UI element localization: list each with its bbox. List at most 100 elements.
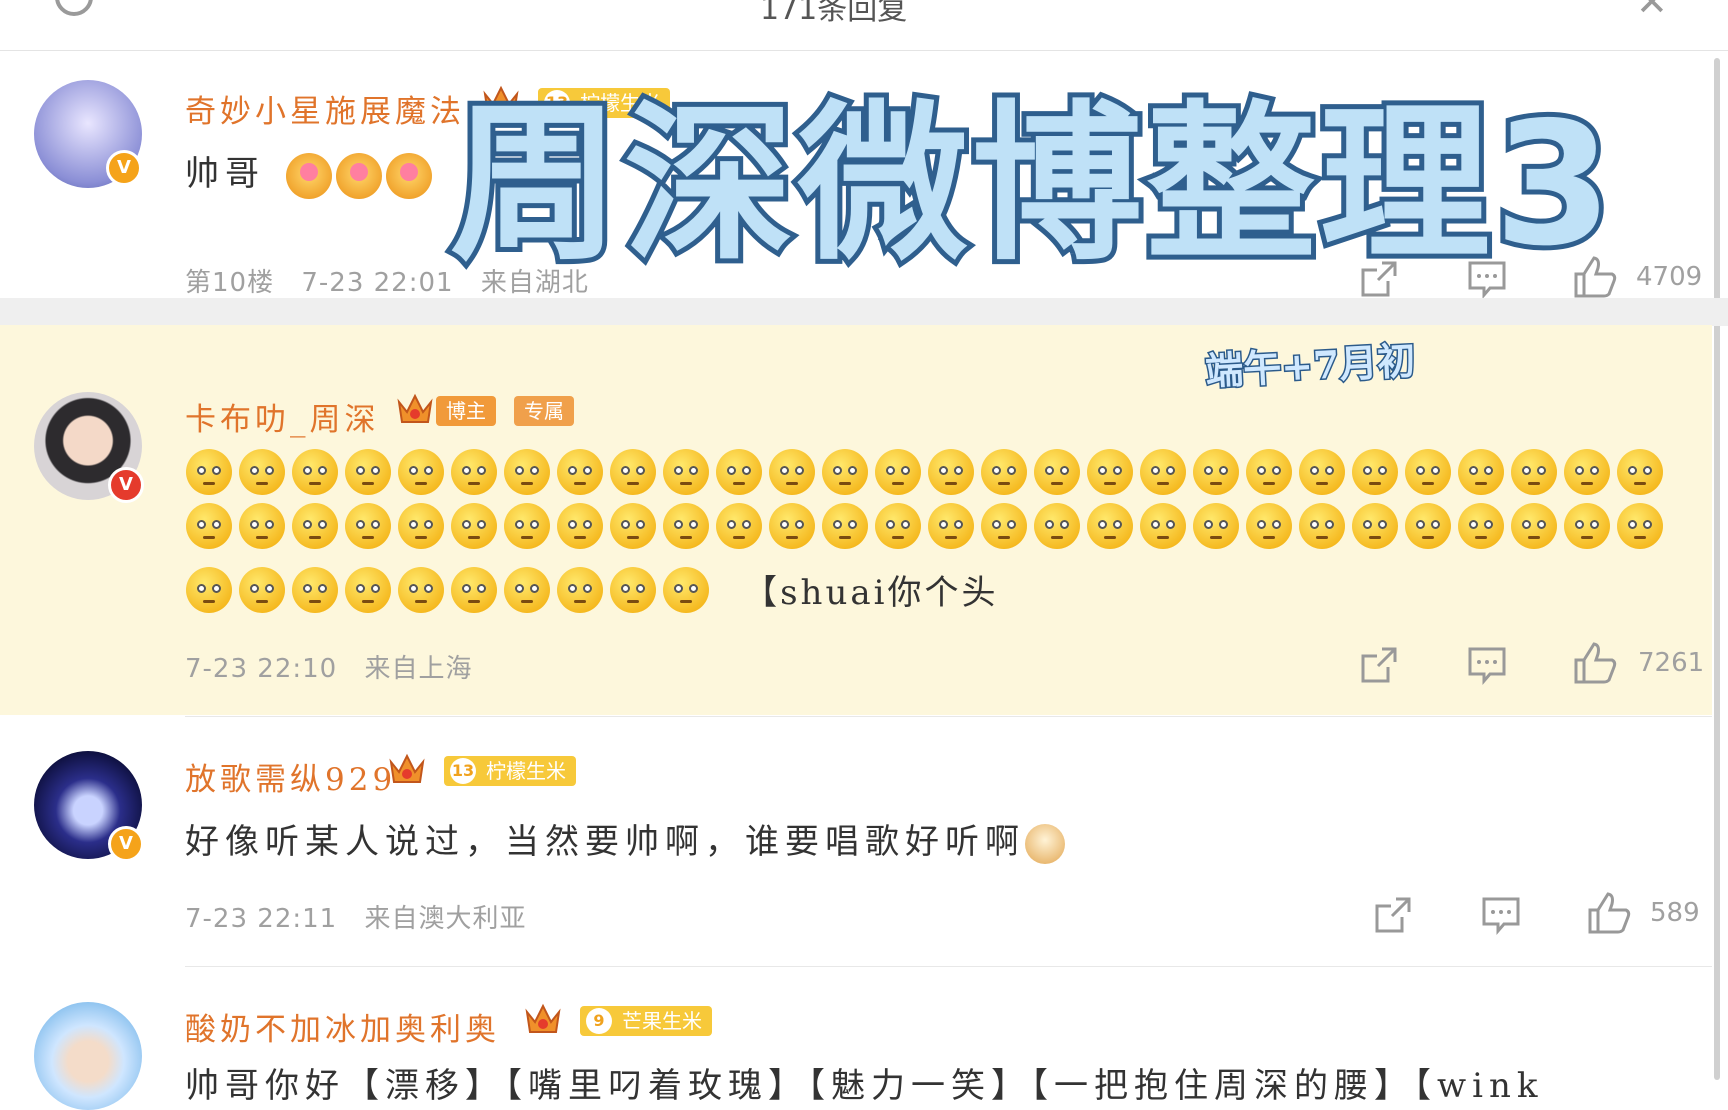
- eye-roll-emoji-icon: [1564, 449, 1610, 495]
- crown-badge-icon: [389, 753, 425, 783]
- emoji-row: [186, 449, 1706, 495]
- eye-roll-emoji-icon: [398, 566, 444, 613]
- eye-roll-emoji-icon: [610, 449, 656, 495]
- eye-roll-emoji-icon: [610, 566, 656, 613]
- eye-roll-emoji-icon: [769, 449, 815, 495]
- eye-roll-emoji-icon: [239, 566, 285, 613]
- eye-roll-emoji-icon: [663, 566, 709, 613]
- fan-level: 9: [586, 1008, 612, 1034]
- comment-text: 帅哥你好【漂移】【嘴里叼着玫瑰】【魅力一笑】【一把抱住周深的腰】【wink: [185, 1066, 1544, 1106]
- eye-roll-emoji-icon: [928, 449, 974, 495]
- section-divider: [0, 298, 1728, 326]
- flower-emoji-icon: [285, 153, 332, 199]
- crown-badge-icon: [525, 1003, 561, 1033]
- fan-level: 13: [450, 758, 476, 784]
- eye-roll-emoji-icon: [1299, 503, 1345, 549]
- eye-roll-emoji-icon: [1511, 503, 1557, 549]
- back-icon[interactable]: [55, 0, 93, 16]
- eye-roll-emoji-icon: [610, 503, 656, 549]
- eye-roll-emoji-icon: [1087, 503, 1133, 549]
- eye-roll-emoji-icon: [1034, 503, 1080, 549]
- share-icon[interactable]: [1372, 894, 1414, 936]
- eye-roll-emoji-icon: [1564, 503, 1610, 549]
- eye-roll-emoji-icon: [1405, 449, 1451, 495]
- like-count: 589: [1650, 898, 1700, 928]
- divider: [185, 966, 1712, 967]
- eye-roll-emoji-icon: [451, 503, 497, 549]
- eye-roll-emoji-icon: [769, 503, 815, 549]
- scrollbar[interactable]: [1714, 58, 1720, 1080]
- like-count: 7261: [1638, 648, 1705, 678]
- eye-roll-emoji-icon: [981, 503, 1027, 549]
- eye-roll-emoji-icon: [398, 449, 444, 495]
- floor-number: 第10楼: [185, 268, 275, 298]
- close-icon[interactable]: ✕: [1636, 0, 1668, 24]
- verified-badge-icon: V: [108, 826, 144, 862]
- eye-roll-emoji-icon: [875, 503, 921, 549]
- username[interactable]: 酸奶不加冰加奥利奥: [185, 1004, 500, 1049]
- overlay-title: 周深微博整理3: [445, 86, 1617, 284]
- verified-badge-icon: V: [108, 467, 144, 503]
- doge-emoji-icon: [1025, 824, 1065, 864]
- eye-roll-emoji-icon: [292, 449, 338, 495]
- eye-roll-emoji-icon: [928, 503, 974, 549]
- username[interactable]: 奇妙小星施展魔法: [185, 86, 465, 131]
- eye-roll-emoji-icon: [663, 503, 709, 549]
- eye-roll-emoji-icon: [716, 503, 762, 549]
- comment-text-suffix: 【shuai你个头: [743, 573, 999, 613]
- fan-badge[interactable]: 13 柠檬生米: [444, 756, 576, 786]
- comment-meta: 7-23 22:11 来自澳大利亚: [185, 898, 544, 935]
- eye-roll-emoji-icon: [345, 449, 391, 495]
- overlay-subtitle: 端午+7月初: [1203, 336, 1418, 395]
- comment-text: 帅哥: [185, 146, 432, 199]
- crown-badge-icon: [397, 393, 433, 423]
- like-icon[interactable]: [1572, 640, 1618, 686]
- eye-roll-emoji-icon: [875, 449, 921, 495]
- eye-roll-emoji-icon: [1352, 449, 1398, 495]
- flower-emoji-icon: [385, 153, 432, 199]
- fan-tag-label: 柠檬生米: [486, 759, 566, 783]
- location: 来自澳大利亚: [364, 904, 527, 934]
- eye-roll-emoji-icon: [186, 566, 232, 613]
- eye-roll-emoji-icon: [822, 449, 868, 495]
- emoji-row: [186, 503, 1706, 549]
- eye-roll-emoji-icon: [981, 449, 1027, 495]
- eye-roll-emoji-icon: [451, 566, 497, 613]
- comment-icon[interactable]: [1466, 644, 1508, 686]
- emoji-row: 【shuai你个头: [186, 565, 1706, 614]
- eye-roll-emoji-icon: [239, 449, 285, 495]
- avatar[interactable]: [34, 1002, 142, 1110]
- eye-roll-emoji-icon: [345, 566, 391, 613]
- username[interactable]: 卡布叻_周深: [185, 394, 380, 439]
- fan-badge[interactable]: 9 芒果生米: [580, 1006, 712, 1036]
- share-icon[interactable]: [1358, 644, 1400, 686]
- username[interactable]: 放歌需纵929: [185, 754, 396, 799]
- comment-meta: 7-23 22:10 来自上海: [185, 648, 490, 685]
- eye-roll-emoji-icon: [1087, 449, 1133, 495]
- eye-roll-emoji-icon: [1617, 449, 1663, 495]
- eye-roll-emoji-icon: [1405, 503, 1451, 549]
- location: 来自上海: [364, 654, 473, 684]
- top-bar: 171条回复 ✕: [0, 0, 1728, 51]
- eye-roll-emoji-icon: [557, 566, 603, 613]
- comment-icon[interactable]: [1480, 894, 1522, 936]
- eye-roll-emoji-icon: [1617, 503, 1663, 549]
- comment-text-content: 好像听某人说过，当然要帅啊，谁要唱歌好听啊: [185, 822, 1025, 862]
- eye-roll-emoji-icon: [1246, 449, 1292, 495]
- like-count: 4709: [1636, 262, 1703, 292]
- eye-roll-emoji-icon: [1511, 449, 1557, 495]
- page-title: 171条回复: [760, 0, 908, 27]
- eye-roll-emoji-icon: [716, 449, 762, 495]
- eye-roll-emoji-icon: [292, 566, 338, 613]
- like-icon[interactable]: [1586, 890, 1632, 936]
- eye-roll-emoji-icon: [663, 449, 709, 495]
- eye-roll-emoji-icon: [1140, 503, 1186, 549]
- eye-roll-emoji-icon: [1034, 449, 1080, 495]
- eye-roll-emoji-icon: [1299, 449, 1345, 495]
- eye-roll-emoji-icon: [398, 503, 444, 549]
- eye-roll-emoji-icon: [292, 503, 338, 549]
- timestamp: 7-23 22:11: [185, 904, 338, 934]
- comment-text-content: 帅哥: [185, 154, 265, 194]
- eye-roll-emoji-icon: [1458, 503, 1504, 549]
- eye-roll-emoji-icon: [822, 503, 868, 549]
